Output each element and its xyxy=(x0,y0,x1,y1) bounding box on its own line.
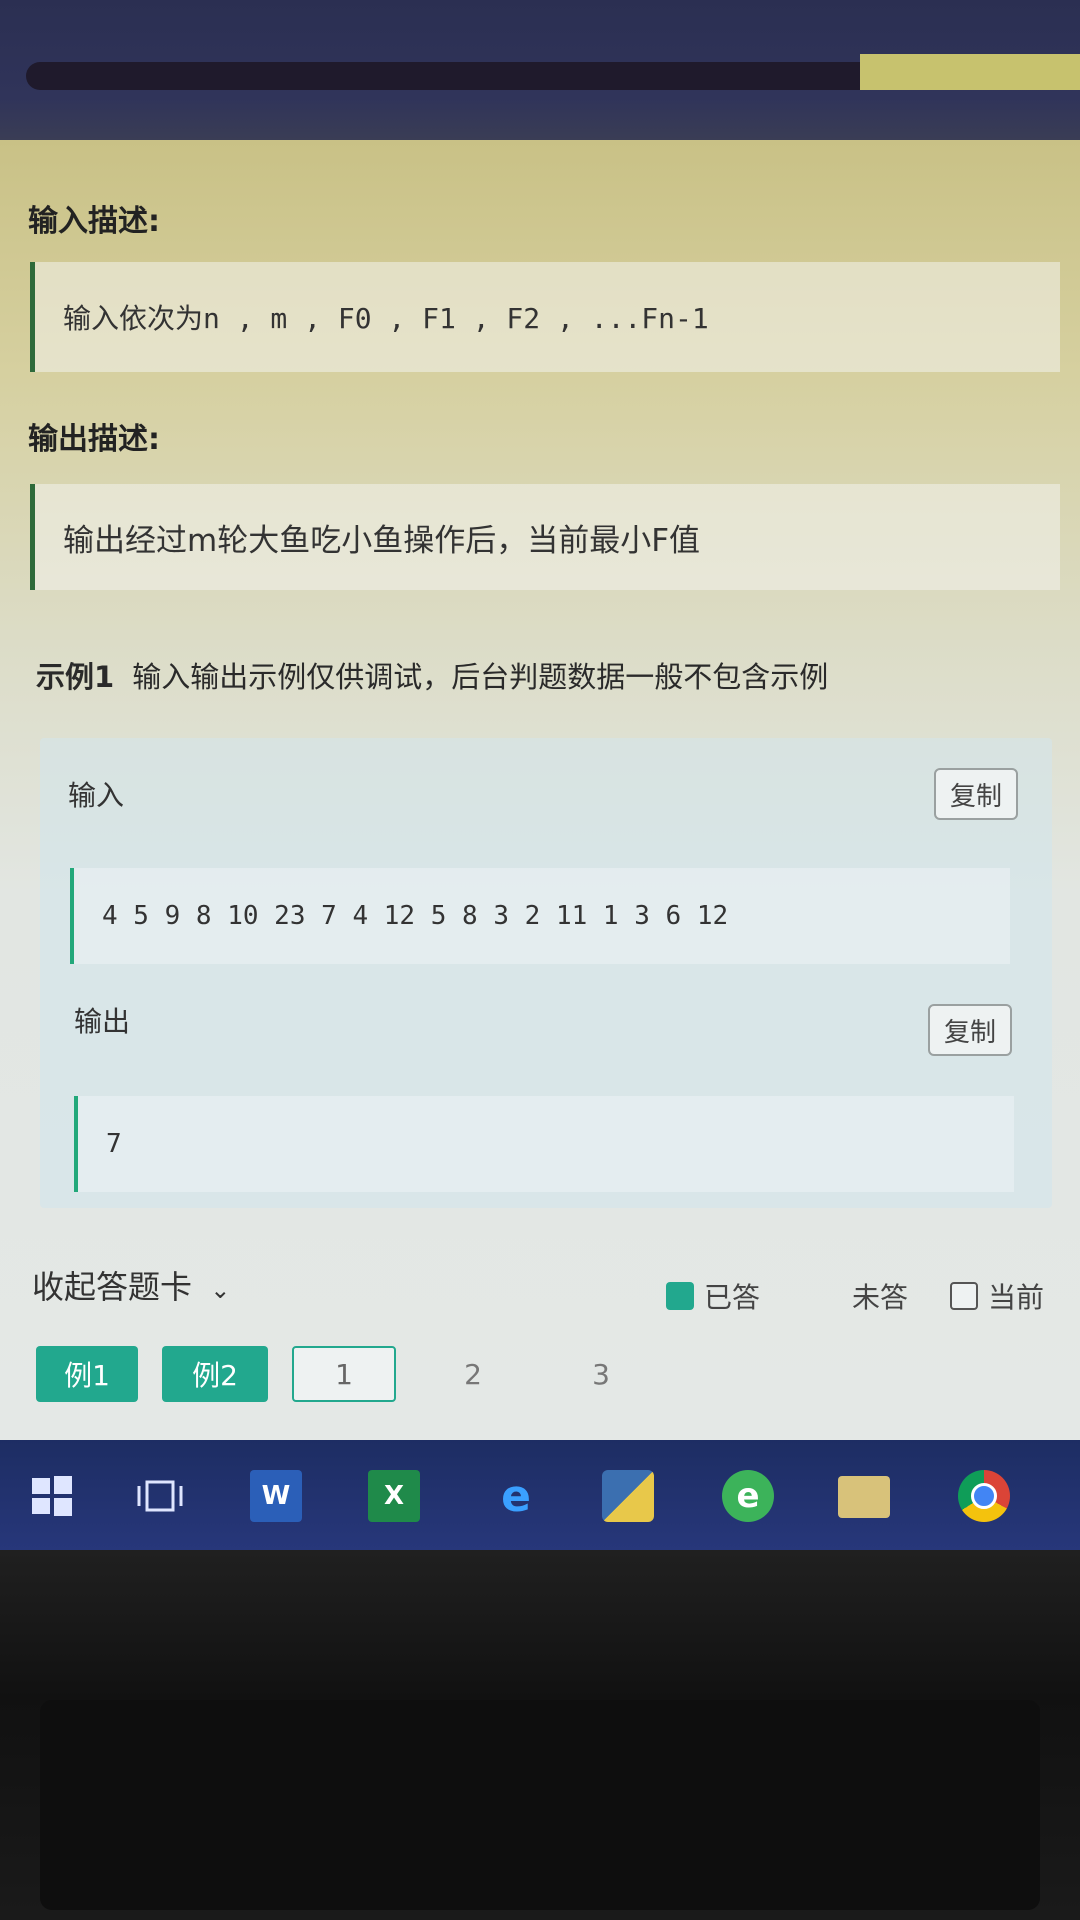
output-desc-title: 输出描述: xyxy=(28,422,160,457)
legend-unanswered-label: 未答 xyxy=(852,1281,909,1314)
legend-answered: 已答 xyxy=(666,1276,760,1316)
question-button-2[interactable]: 2 xyxy=(428,1346,518,1402)
top-bar xyxy=(0,0,1080,140)
collapse-answer-card[interactable]: 收起答题卡 ⌄ xyxy=(32,1262,230,1308)
python-icon[interactable] xyxy=(602,1470,654,1522)
current-swatch xyxy=(950,1282,978,1310)
answered-swatch xyxy=(666,1282,694,1310)
keyboard-area xyxy=(40,1700,1040,1910)
example-note: 输入输出示例仅供调试，后台判题数据一般不包含示例 xyxy=(132,660,829,694)
output-desc-text: 输出经过m轮大鱼吃小鱼操作后，当前最小F值 xyxy=(63,522,701,559)
copy-input-button[interactable]: 复制 xyxy=(934,768,1018,820)
excel-icon[interactable]: X xyxy=(368,1470,420,1522)
legend-current: 当前 xyxy=(950,1276,1044,1316)
progress-fill xyxy=(860,54,1080,90)
question-button-ex2[interactable]: 例2 xyxy=(162,1346,268,1402)
example-input-code[interactable]: 4 5 9 8 10 23 7 4 12 5 8 3 2 11 1 3 6 12 xyxy=(70,868,1010,964)
input-desc-title: 输入描述: xyxy=(28,204,160,239)
example-output-label: 输出 xyxy=(74,1005,131,1038)
windows-start-icon[interactable] xyxy=(26,1470,78,1522)
output-desc-block: 输出经过m轮大鱼吃小鱼操作后，当前最小F值 xyxy=(30,484,1060,590)
example-input-label: 输入 xyxy=(68,779,125,812)
task-view-icon[interactable] xyxy=(134,1470,186,1522)
legend-answered-label: 已答 xyxy=(704,1281,761,1314)
legend-current-label: 当前 xyxy=(988,1281,1045,1314)
input-desc-text: 输入依次为n , m , F0 , F1 , F2 , ...Fn-1 xyxy=(63,302,709,335)
word-icon[interactable]: W xyxy=(250,1470,302,1522)
example-header: 示例1 输入输出示例仅供调试，后台判题数据一般不包含示例 xyxy=(36,654,828,696)
question-button-1[interactable]: 1 xyxy=(292,1346,396,1402)
ie-icon[interactable]: e xyxy=(722,1470,774,1522)
example-box: 输入 复制 4 5 9 8 10 23 7 4 12 5 8 3 2 11 1 … xyxy=(40,738,1052,1208)
edge-icon[interactable]: e xyxy=(490,1470,542,1522)
collapse-label: 收起答题卡 xyxy=(32,1268,193,1306)
windows-taskbar: W X e e xyxy=(0,1440,1080,1550)
example-label: 示例1 xyxy=(36,660,115,694)
legend-unanswered: 未答 xyxy=(852,1276,908,1316)
copy-output-button[interactable]: 复制 xyxy=(928,1004,1012,1056)
laptop-body xyxy=(0,1550,1080,1920)
example-input-value: 4 5 9 8 10 23 7 4 12 5 8 3 2 11 1 3 6 12 xyxy=(102,901,729,931)
chrome-icon[interactable] xyxy=(958,1470,1010,1522)
question-button-3[interactable]: 3 xyxy=(556,1346,646,1402)
input-desc-block: 输入依次为n , m , F0 , F1 , F2 , ...Fn-1 xyxy=(30,262,1060,372)
file-explorer-icon[interactable] xyxy=(838,1476,890,1518)
example-output-value: 7 xyxy=(106,1129,122,1159)
example-output-code[interactable]: 7 xyxy=(74,1096,1014,1192)
chevron-down-icon: ⌄ xyxy=(210,1276,231,1304)
question-button-ex1[interactable]: 例1 xyxy=(36,1346,138,1402)
